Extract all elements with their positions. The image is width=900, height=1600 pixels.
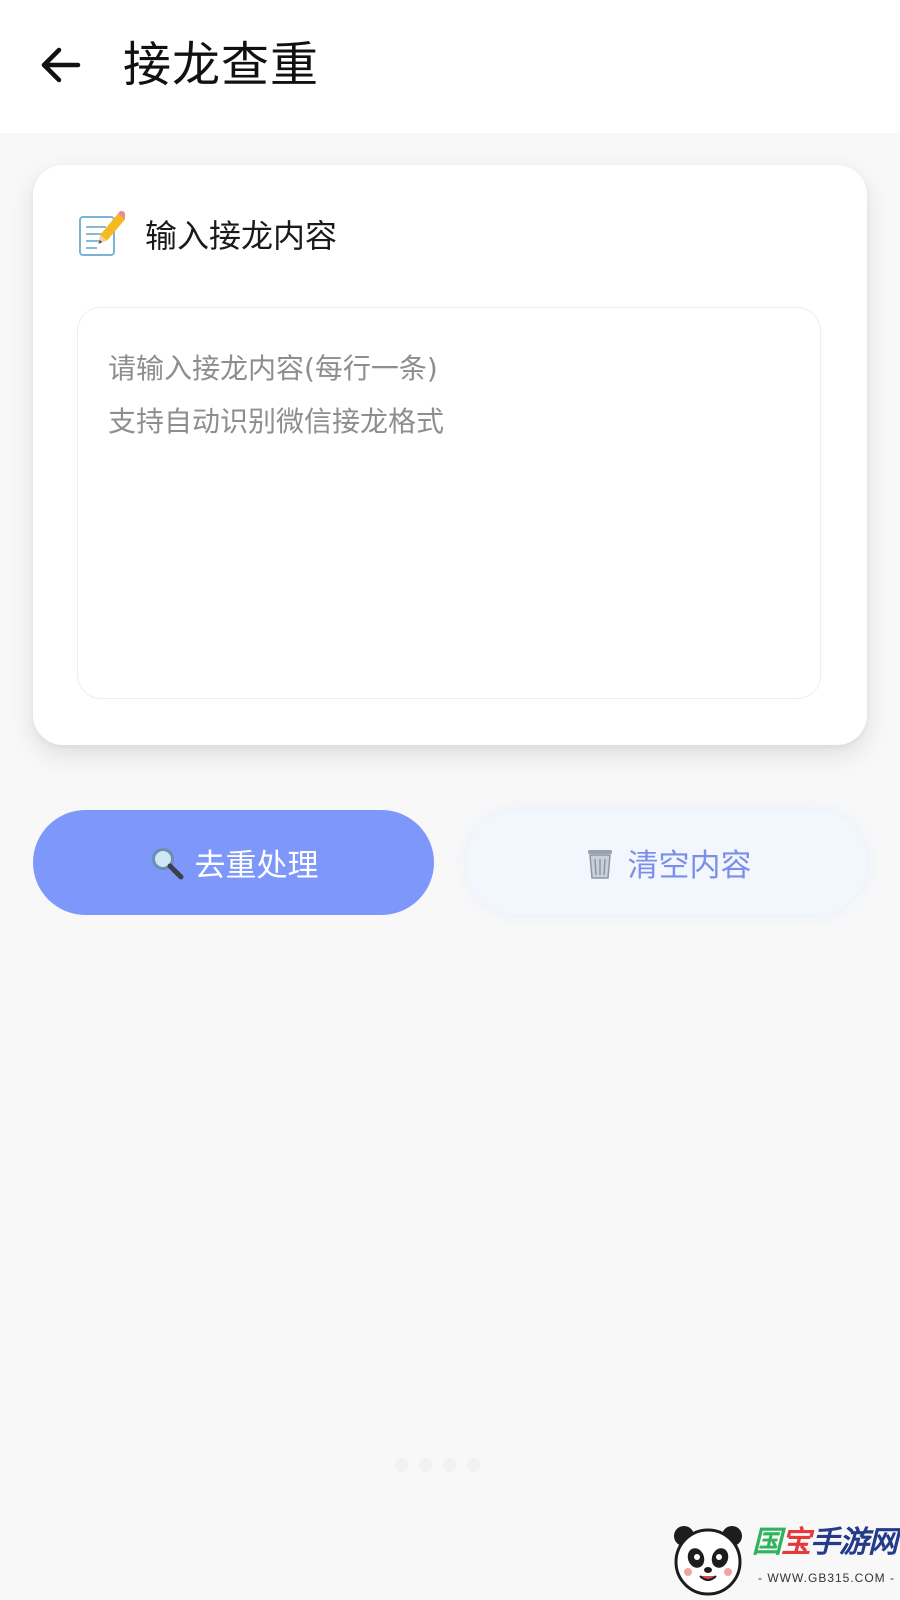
memo-pencil-icon — [77, 209, 129, 259]
clear-button-label: 清空内容 — [627, 848, 752, 884]
watermark-url: - WWW.GB315.COM - — [758, 1571, 895, 1585]
page-indicator — [395, 1458, 481, 1472]
content-textarea-box — [77, 307, 821, 699]
page-dot — [443, 1458, 457, 1472]
watermark: 国宝手游网 - WWW.GB315.COM - — [660, 1518, 900, 1600]
page-title: 接龙查重 — [123, 37, 320, 93]
panda-logo-icon — [674, 1526, 742, 1596]
magnifier-icon — [149, 845, 185, 881]
back-button[interactable] — [36, 40, 86, 90]
app-bar: 接龙查重 — [0, 0, 900, 133]
page-dot — [395, 1458, 409, 1472]
dedupe-button[interactable]: 去重处理 — [33, 810, 434, 915]
trash-can-icon — [582, 845, 618, 881]
page-dot — [467, 1458, 481, 1472]
dedupe-button-label: 去重处理 — [194, 848, 319, 884]
content-textarea[interactable] — [78, 308, 820, 698]
watermark-name: 国宝手游网 — [752, 1525, 898, 1560]
arrow-left-icon — [41, 47, 81, 83]
card-title: 输入接龙内容 — [145, 217, 338, 255]
input-card: 输入接龙内容 — [33, 165, 867, 745]
clear-button[interactable]: 清空内容 — [466, 810, 867, 915]
page-dot — [419, 1458, 433, 1472]
